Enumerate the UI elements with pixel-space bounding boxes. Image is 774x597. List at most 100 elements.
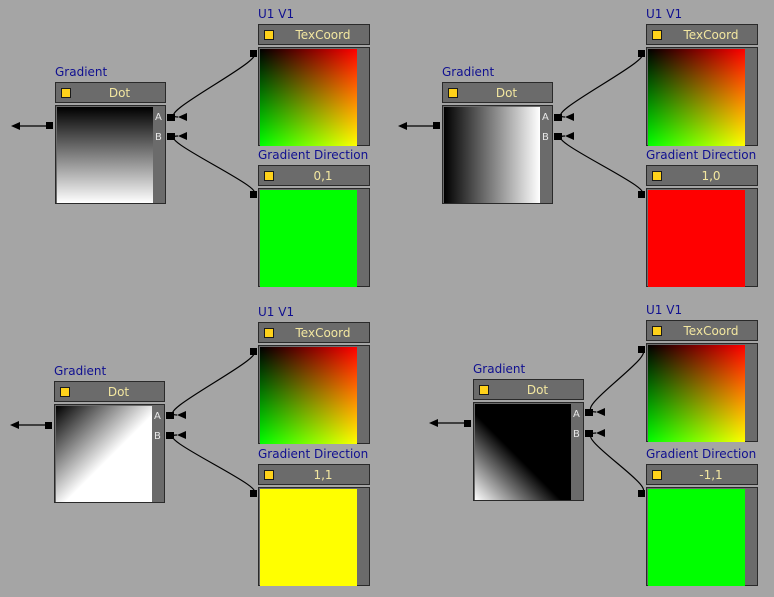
node-title: U1 V1 <box>258 305 295 319</box>
node-label: 0,1 <box>313 169 333 183</box>
input-port-b[interactable] <box>166 432 174 439</box>
node-header[interactable]: 1,0 <box>646 165 758 186</box>
node-indicator <box>264 30 274 40</box>
node-label: -1,1 <box>699 468 723 482</box>
preview-swatch <box>260 347 357 444</box>
preview-swatch <box>56 406 152 502</box>
node-indicator <box>448 88 458 98</box>
node-title: Gradient <box>473 362 526 376</box>
node-header[interactable]: 1,1 <box>258 464 370 485</box>
node-indicator <box>61 88 71 98</box>
node-label: TexCoord <box>295 28 351 42</box>
node-body: A B <box>54 404 165 503</box>
output-port[interactable] <box>433 122 440 129</box>
input-port-b[interactable] <box>585 430 593 437</box>
preview-swatch <box>475 404 571 500</box>
input-port-a[interactable] <box>166 412 174 419</box>
node-header[interactable]: -1,1 <box>646 464 758 485</box>
node-title: U1 V1 <box>646 7 683 21</box>
connection-wire <box>173 135 255 195</box>
arrowhead-icon <box>10 421 19 429</box>
node-label: 1,1 <box>313 468 333 482</box>
node-body: A B <box>55 105 166 204</box>
preview-swatch <box>260 190 357 287</box>
node-title: Gradient <box>55 65 108 79</box>
preview-swatch <box>648 49 745 146</box>
node-header[interactable]: TexCoord <box>258 322 370 343</box>
arrowhead-icon <box>11 122 20 130</box>
node-indicator <box>652 30 662 40</box>
output-port[interactable] <box>250 490 257 497</box>
arrowhead-icon <box>429 419 438 427</box>
node-label: 1,0 <box>701 169 721 183</box>
preview-swatch <box>444 107 540 203</box>
port-a-label: A <box>573 409 580 420</box>
node-title: U1 V1 <box>258 7 295 21</box>
input-port-a[interactable] <box>585 409 593 416</box>
node-header[interactable]: TexCoord <box>258 24 370 45</box>
arrowhead-icon <box>398 122 407 130</box>
arrowhead-icon <box>596 408 605 416</box>
input-port-a[interactable] <box>554 114 562 121</box>
output-port[interactable] <box>45 422 52 429</box>
port-b-label: B <box>155 132 162 143</box>
node-title: Gradient <box>54 364 107 378</box>
node-header[interactable]: Dot <box>55 82 166 103</box>
connection-wire <box>589 348 645 413</box>
arrowhead-icon <box>565 113 574 121</box>
port-b-label: B <box>542 132 549 143</box>
node-header[interactable]: Dot <box>473 379 584 400</box>
node-label: TexCoord <box>683 324 739 338</box>
input-port-b[interactable] <box>554 133 562 140</box>
preview-swatch <box>648 345 745 442</box>
node-header[interactable]: Dot <box>442 82 553 103</box>
input-port-a[interactable] <box>167 114 175 121</box>
node-header[interactable]: 0,1 <box>258 165 370 186</box>
preview-swatch <box>648 190 745 287</box>
arrowhead-icon <box>177 411 186 419</box>
node-indicator <box>652 326 662 336</box>
arrowhead-icon <box>596 429 605 437</box>
output-port[interactable] <box>638 191 645 198</box>
node-label: Dot <box>107 385 130 399</box>
connection-wire <box>560 52 643 118</box>
node-body <box>646 343 758 442</box>
port-a-label: A <box>154 411 161 422</box>
port-b-label: B <box>154 431 161 442</box>
node-body: A B <box>473 402 584 501</box>
node-body <box>258 487 370 586</box>
output-port[interactable] <box>638 50 645 57</box>
node-title: Gradient <box>442 65 495 79</box>
node-title: U1 V1 <box>646 303 683 317</box>
preview-swatch <box>260 49 357 146</box>
output-port[interactable] <box>46 122 53 129</box>
node-title: Gradient Direction <box>646 447 757 461</box>
node-indicator <box>479 385 489 395</box>
port-a-label: A <box>155 112 162 123</box>
node-body <box>258 188 370 287</box>
preview-swatch <box>260 489 357 586</box>
node-indicator <box>264 171 274 181</box>
node-title: Gradient Direction <box>646 148 757 162</box>
node-indicator <box>652 470 662 480</box>
output-port[interactable] <box>638 490 645 497</box>
input-port-b[interactable] <box>167 133 175 140</box>
node-label: Dot <box>495 86 518 100</box>
output-port[interactable] <box>638 346 645 353</box>
output-port[interactable] <box>250 50 257 57</box>
node-header[interactable]: TexCoord <box>646 24 758 45</box>
node-body: A B <box>442 105 553 204</box>
output-port[interactable] <box>250 191 257 198</box>
node-indicator <box>264 470 274 480</box>
arrowhead-icon <box>177 431 186 439</box>
node-header[interactable]: TexCoord <box>646 320 758 341</box>
node-header[interactable]: Dot <box>54 381 165 402</box>
connection-wire <box>560 135 643 195</box>
output-port[interactable] <box>464 420 471 427</box>
port-b-label: B <box>573 429 580 440</box>
node-body <box>646 47 758 146</box>
preview-swatch <box>648 489 745 586</box>
output-port[interactable] <box>250 348 257 355</box>
node-label: TexCoord <box>295 326 351 340</box>
connection-wire <box>589 432 645 494</box>
